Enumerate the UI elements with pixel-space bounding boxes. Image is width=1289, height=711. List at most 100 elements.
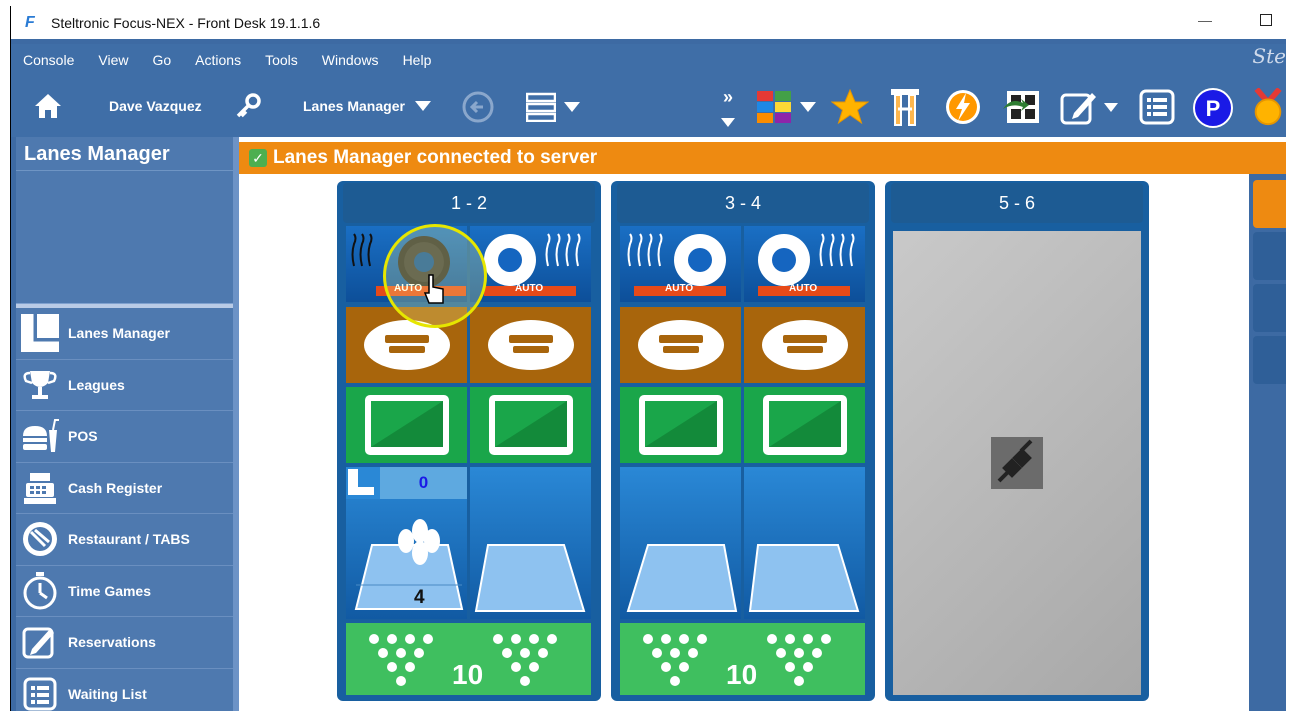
right-tab-3[interactable] [1253, 284, 1286, 332]
power-button[interactable] [943, 87, 983, 127]
sidebar-item-pos[interactable]: POS [16, 411, 233, 463]
main-content: ✓ Lanes Manager connected to server 1 - … [239, 137, 1286, 711]
back-button[interactable] [461, 90, 495, 124]
view-select[interactable]: Lanes Manager [303, 95, 431, 117]
menu-help[interactable]: Help [391, 52, 444, 68]
sidebar-item-leagues[interactable]: Leagues [16, 360, 233, 411]
lanes-1-2-pins-cell[interactable]: 10 [346, 623, 591, 695]
sidebar-item-time-games[interactable]: Time Games [16, 566, 233, 617]
home-icon [35, 94, 61, 118]
app-logo-icon: F [25, 13, 35, 31]
bowling-lane-icon [748, 544, 860, 612]
sidebar-item-label: Leagues [68, 376, 125, 393]
chevron-down-icon [414, 101, 431, 111]
back-arrow-icon [462, 91, 494, 123]
hand-cursor-icon [423, 274, 444, 304]
lane-2-monitor-cell[interactable] [470, 387, 591, 463]
lane-1-monitor-cell[interactable] [346, 387, 467, 463]
sidebar-item-label: POS [68, 428, 98, 445]
more-tools-button[interactable]: » [717, 81, 739, 133]
edit-pen-icon [1060, 93, 1096, 125]
bowling-lane-icon [474, 544, 586, 612]
sidebar-item-lanes-manager[interactable]: Lanes Manager [16, 308, 233, 360]
pins-count: 10 [452, 659, 484, 690]
lane-counter: 0 [380, 467, 467, 499]
chevron-down-icon [721, 118, 735, 127]
menu-actions[interactable]: Actions [183, 52, 253, 68]
lane-2-auto-cell[interactable]: AUTO [470, 226, 591, 302]
sidebar-item-label: Reservations [68, 634, 156, 651]
lane-1-status-cell[interactable]: 0 4 [346, 467, 467, 619]
medal-button[interactable] [1249, 88, 1286, 128]
lane-2-status-cell[interactable] [470, 467, 591, 619]
color-grid-button[interactable] [753, 89, 819, 125]
right-tab-2[interactable] [1253, 232, 1286, 280]
lane-3-status-cell[interactable] [620, 467, 741, 619]
sidebar-item-waiting-list[interactable]: Waiting List [16, 669, 233, 711]
menu-tools[interactable]: Tools [253, 52, 310, 68]
lane-pair-header[interactable]: 5 - 6 [891, 183, 1143, 223]
monitor-icon [364, 395, 449, 455]
svg-text:P: P [1206, 96, 1221, 121]
sidebar-item-restaurant[interactable]: Restaurant / TABS [16, 514, 233, 566]
right-tab-1[interactable] [1253, 180, 1286, 228]
keyboard-icon [637, 320, 724, 370]
user-name[interactable]: Dave Vazquez [109, 95, 202, 117]
minimize-button[interactable]: — [1198, 12, 1212, 28]
offline-panel [893, 231, 1141, 695]
connection-banner: ✓ Lanes Manager connected to server [239, 142, 1286, 174]
edit-button[interactable] [1057, 88, 1121, 126]
lane-pair-header[interactable]: 3 - 4 [617, 183, 869, 223]
lane-pair-3-4[interactable]: 3 - 4 AUTO AUTO 10 [611, 181, 875, 701]
lane-3-keyboard-cell[interactable] [620, 307, 741, 383]
sidebar-item-reservations[interactable]: Reservations [16, 617, 233, 669]
menu-view[interactable]: View [86, 52, 140, 68]
maximize-button[interactable] [1260, 14, 1272, 26]
server-icon [526, 92, 556, 122]
server-button[interactable] [521, 90, 585, 124]
lane-3-monitor-cell[interactable] [620, 387, 741, 463]
list-button[interactable] [1137, 88, 1177, 126]
chevron-down-icon [800, 102, 816, 112]
monitor-icon [488, 395, 573, 455]
lane-pair-1-2[interactable]: 1 - 2 AUTO AUTO 0 4 10 [337, 181, 601, 701]
sidebar-item-label: Waiting List [68, 685, 147, 702]
menu-console[interactable]: Console [11, 52, 86, 68]
sidebar-item-label: Cash Register [68, 479, 163, 496]
lane-4-keyboard-cell[interactable] [744, 307, 865, 383]
cash-register-icon [20, 468, 60, 508]
sidebar-item-label: Lanes Manager [68, 325, 170, 342]
chevron-down-icon [1104, 102, 1118, 112]
lane-move-button[interactable] [885, 87, 925, 127]
menu-go[interactable]: Go [140, 52, 183, 68]
menu-bar: Console View Go Actions Tools Windows He… [11, 44, 1286, 75]
keyboard-icon [761, 320, 848, 370]
check-icon: ✓ [249, 149, 267, 167]
lane-2-keyboard-cell[interactable] [470, 307, 591, 383]
lane-pair-header[interactable]: 1 - 2 [343, 183, 595, 223]
color-grid-icon [757, 91, 791, 123]
parking-button[interactable]: P [1193, 88, 1233, 128]
lane-4-monitor-cell[interactable] [744, 387, 865, 463]
favorites-button[interactable] [831, 88, 869, 126]
auto-label: AUTO [665, 283, 694, 294]
key-button[interactable] [233, 91, 263, 121]
lane-4-status-cell[interactable] [744, 467, 865, 619]
scoring-button[interactable] [1001, 88, 1041, 126]
key-icon [236, 93, 261, 118]
lane-3-auto-cell[interactable]: AUTO [620, 226, 741, 302]
lanes-mini-icon [346, 467, 380, 499]
right-tab-4[interactable] [1253, 336, 1286, 384]
food-icon [20, 416, 60, 456]
lane-transfer-icon [891, 89, 919, 126]
lane-pair-5-6[interactable]: 5 - 6 [885, 181, 1149, 701]
sidebar-title: Lanes Manager [16, 137, 233, 171]
home-button[interactable] [31, 89, 65, 123]
restaurant-icon [20, 519, 60, 559]
menu-windows[interactable]: Windows [310, 52, 391, 68]
more-tools-label: » [722, 87, 733, 107]
sidebar-item-cash-register[interactable]: Cash Register [16, 463, 233, 514]
star-icon [831, 88, 869, 125]
lane-4-auto-cell[interactable]: AUTO [744, 226, 865, 302]
lanes-3-4-pins-cell[interactable]: 10 [620, 623, 865, 695]
